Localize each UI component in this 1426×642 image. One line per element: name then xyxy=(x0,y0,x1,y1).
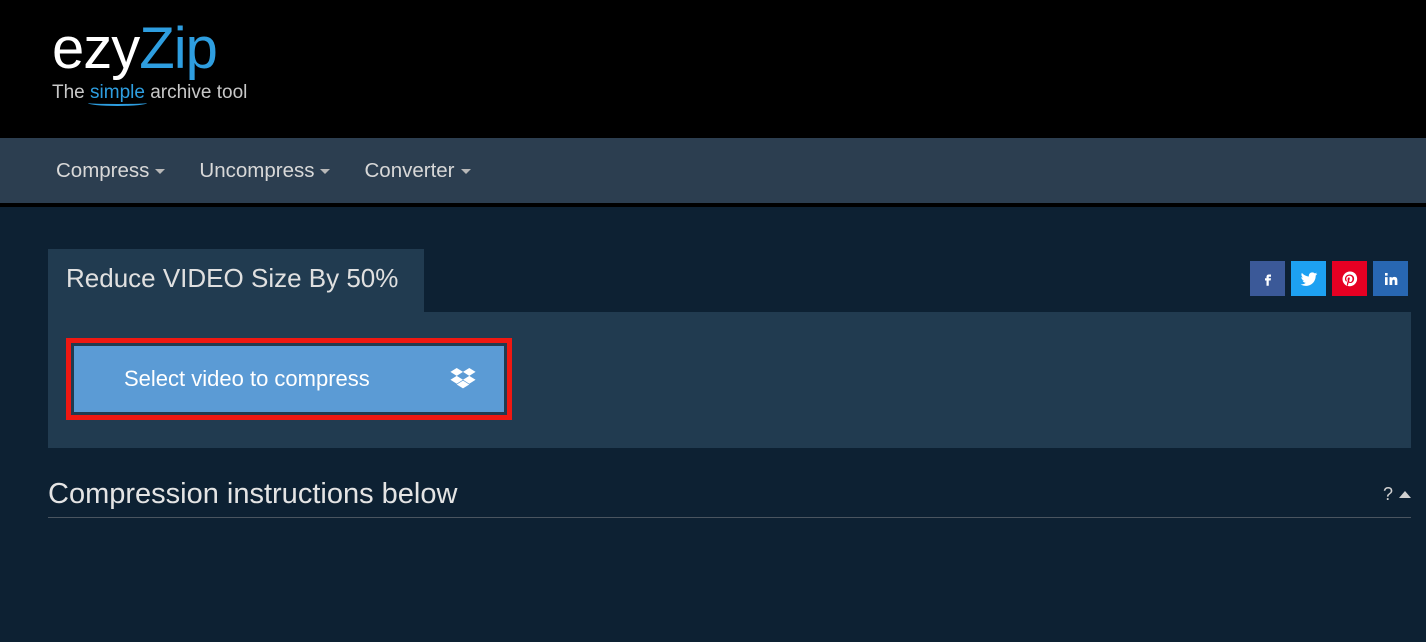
chevron-down-icon xyxy=(461,169,471,174)
chevron-down-icon xyxy=(155,169,165,174)
social-share xyxy=(1250,261,1408,296)
header: ezyZip The simple archive tool xyxy=(0,0,1426,138)
action-panel: Select video to compress xyxy=(48,312,1411,448)
help-symbol: ? xyxy=(1383,484,1393,505)
tagline: The simple archive tool xyxy=(52,82,1426,104)
nav-converter-label: Converter xyxy=(364,159,454,183)
chevron-down-icon xyxy=(320,169,330,174)
dropbox-icon[interactable] xyxy=(450,368,476,390)
page-title: Reduce VIDEO Size By 50% xyxy=(48,249,424,312)
nav-compress-label: Compress xyxy=(56,159,149,183)
help-toggle[interactable]: ? xyxy=(1383,484,1411,505)
tagline-highlight: simple xyxy=(90,82,145,104)
facebook-button[interactable] xyxy=(1250,261,1285,296)
linkedin-icon xyxy=(1382,270,1400,288)
logo-part-zip: Zip xyxy=(139,16,217,81)
select-button-label: Select video to compress xyxy=(124,366,370,392)
nav-uncompress-label: Uncompress xyxy=(199,159,314,183)
navbar: Compress Uncompress Converter xyxy=(0,138,1426,207)
linkedin-button[interactable] xyxy=(1373,261,1408,296)
main-content: Reduce VIDEO Size By 50% Select video to… xyxy=(0,207,1426,518)
nav-uncompress[interactable]: Uncompress xyxy=(199,159,330,183)
logo-text: ezyZip xyxy=(52,20,1426,78)
tagline-suffix: archive tool xyxy=(145,82,247,103)
facebook-icon xyxy=(1259,270,1277,288)
nav-converter[interactable]: Converter xyxy=(364,159,470,183)
twitter-icon xyxy=(1299,269,1319,289)
instructions-header: Compression instructions below ? xyxy=(48,478,1411,518)
chevron-up-icon xyxy=(1399,491,1411,498)
top-row: Reduce VIDEO Size By 50% xyxy=(48,249,1410,312)
select-video-button[interactable]: Select video to compress xyxy=(74,346,504,412)
highlight-box: Select video to compress xyxy=(66,338,512,420)
nav-compress[interactable]: Compress xyxy=(56,159,165,183)
instructions-title: Compression instructions below xyxy=(48,478,457,511)
logo-part-ezy: ezy xyxy=(52,16,139,81)
pinterest-button[interactable] xyxy=(1332,261,1367,296)
twitter-button[interactable] xyxy=(1291,261,1326,296)
pinterest-icon xyxy=(1341,270,1359,288)
logo[interactable]: ezyZip The simple archive tool xyxy=(52,20,1426,104)
tagline-prefix: The xyxy=(52,82,90,103)
